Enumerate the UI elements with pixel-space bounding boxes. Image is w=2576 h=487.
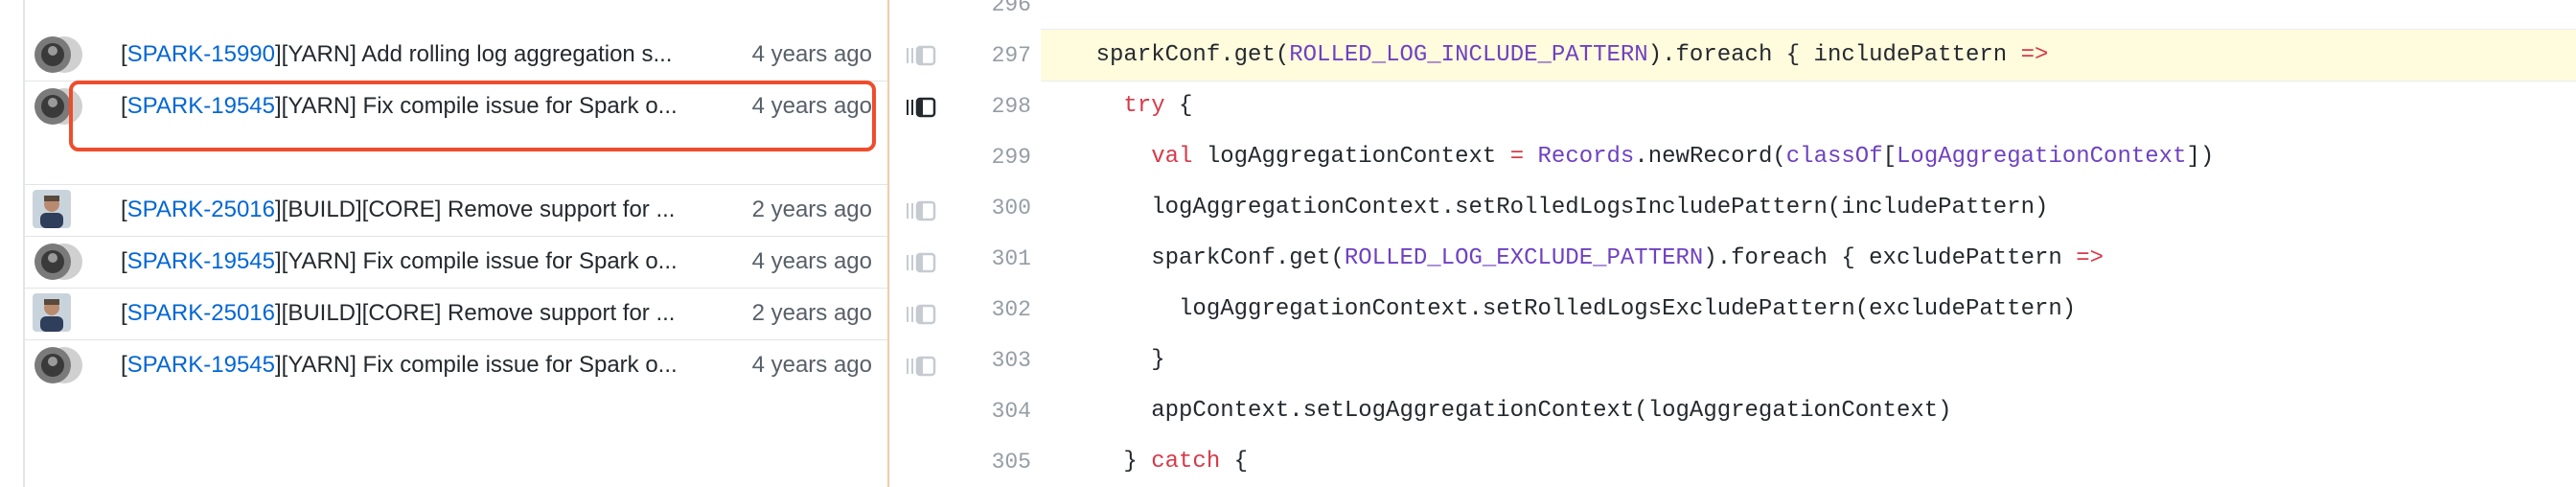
commit-title[interactable]: [YARN] Fix compile issue for Spark o... (282, 352, 678, 378)
reblame-icon[interactable] (905, 96, 939, 119)
bracket-close: ] (274, 352, 282, 378)
reblame-icon[interactable] (905, 199, 939, 222)
issue-link[interactable]: SPARK-15990 (127, 41, 275, 67)
blame-row[interactable]: [SPARK-25016][BUILD][CORE] Remove suppor… (25, 184, 887, 236)
commit-message[interactable]: [SPARK-15990][YARN] Add rolling log aggr… (121, 39, 734, 70)
row-divider (25, 288, 887, 289)
commit-message[interactable]: [SPARK-19545][YARN] Fix compile issue fo… (121, 350, 734, 381)
line-number[interactable]: 304 (907, 396, 1041, 427)
bracket-open: [ (121, 41, 127, 67)
author-avatar[interactable] (33, 35, 84, 75)
commit-message[interactable]: [SPARK-19545][YARN] Fix compile issue fo… (121, 246, 734, 277)
commit-age: 4 years ago (751, 352, 872, 378)
author-avatar[interactable] (33, 190, 84, 230)
keyword: catch (1151, 449, 1221, 475)
identifier: ROLLED_LOG_EXCLUDE_PATTERN (1344, 245, 1704, 271)
identifier: LogAggregationContext (1897, 144, 2187, 170)
commit-message[interactable]: [SPARK-25016][BUILD][CORE] Remove suppor… (121, 195, 734, 225)
keyword: try (1123, 93, 1165, 119)
selection-highlight-box (69, 81, 876, 151)
blame-row[interactable]: [SPARK-19545][YARN] Fix compile issue fo… (25, 236, 887, 288)
bracket-close: ] (274, 248, 282, 274)
code-line[interactable]: sparkConf.get(ROLLED_LOG_EXCLUDE_PATTERN… (1041, 233, 2576, 284)
row-divider (25, 236, 887, 237)
blame-panel: [SPARK-15990][YARN] Add rolling log aggr… (25, 0, 889, 487)
commit-title[interactable]: [BUILD][CORE] Remove support for ... (282, 300, 676, 326)
line-number[interactable]: 305 (907, 447, 1041, 477)
row-divider (25, 184, 887, 185)
identifier: classOf (1785, 144, 1883, 170)
bracket-open: [ (121, 248, 127, 274)
assign-operator: = (1509, 144, 1525, 170)
code-line[interactable]: try { (1041, 81, 2576, 131)
bracket-close: ] (274, 197, 282, 222)
arrow-operator: => (2076, 245, 2104, 271)
blame-row[interactable]: [SPARK-15990][YARN] Add rolling log aggr… (25, 29, 887, 81)
code-line[interactable]: } catch { (1041, 436, 2576, 487)
line-number[interactable]: 299 (907, 142, 1041, 173)
arrow-operator: => (2020, 42, 2049, 68)
bracket-open: [ (121, 197, 127, 222)
reblame-icon[interactable] (905, 251, 939, 274)
commit-title[interactable]: [YARN] Fix compile issue for Spark o... (282, 248, 678, 274)
commit-message[interactable]: [SPARK-25016][BUILD][CORE] Remove suppor… (121, 298, 734, 329)
issue-link[interactable]: SPARK-19545 (127, 352, 275, 378)
issue-link[interactable]: SPARK-19545 (127, 248, 275, 274)
commit-title[interactable]: [YARN] Add rolling log aggregation s... (282, 41, 673, 67)
left-margin (0, 0, 25, 487)
code-line[interactable]: logAggregationContext.setRolledLogsInclu… (1041, 182, 2576, 233)
code-line[interactable]: sparkConf.get(ROLLED_LOG_INCLUDE_PATTERN… (1041, 30, 2576, 81)
code-line[interactable]: } (1041, 335, 2576, 385)
code-line[interactable]: val logAggregationContext = Records.newR… (1041, 131, 2576, 182)
commit-age: 4 years ago (751, 41, 872, 67)
line-number[interactable]: 296 (907, 0, 1041, 20)
commit-title[interactable]: [BUILD][CORE] Remove support for ... (282, 197, 676, 222)
reblame-icon[interactable] (905, 44, 939, 67)
code-line[interactable]: appContext.setLogAggregationContext(logA… (1041, 385, 2576, 436)
identifier: ROLLED_LOG_INCLUDE_PATTERN (1289, 42, 1648, 68)
row-divider (25, 339, 887, 340)
issue-link[interactable]: SPARK-25016 (127, 300, 275, 326)
keyword: val (1151, 144, 1193, 170)
bracket-close: ] (274, 300, 282, 326)
reblame-icon[interactable] (905, 355, 939, 378)
bracket-open: [ (121, 300, 127, 326)
blame-row[interactable]: [SPARK-19545][YARN] Fix compile issue fo… (25, 339, 887, 391)
line-gutter: 296 297 298 299 300 301 302 303 304 305 (889, 0, 1041, 487)
commit-age: 2 years ago (751, 300, 872, 326)
author-avatar[interactable] (33, 293, 84, 334)
commit-age: 2 years ago (751, 197, 872, 222)
author-avatar[interactable] (33, 242, 84, 282)
author-avatar[interactable] (33, 345, 84, 385)
bracket-close: ] (274, 41, 282, 67)
code-panel: sparkConf.get(ROLLED_LOG_INCLUDE_PATTERN… (1041, 0, 2576, 487)
code-divider (1041, 29, 2576, 30)
commit-age: 4 years ago (751, 248, 872, 274)
code-line[interactable] (1041, 0, 2576, 30)
reblame-icon[interactable] (905, 303, 939, 326)
identifier: Records (1537, 144, 1635, 170)
blame-row[interactable]: [SPARK-25016][BUILD][CORE] Remove suppor… (25, 288, 887, 339)
bracket-open: [ (121, 352, 127, 378)
issue-link[interactable]: SPARK-25016 (127, 197, 275, 222)
code-line[interactable]: logAggregationContext.setRolledLogsExclu… (1041, 284, 2576, 335)
